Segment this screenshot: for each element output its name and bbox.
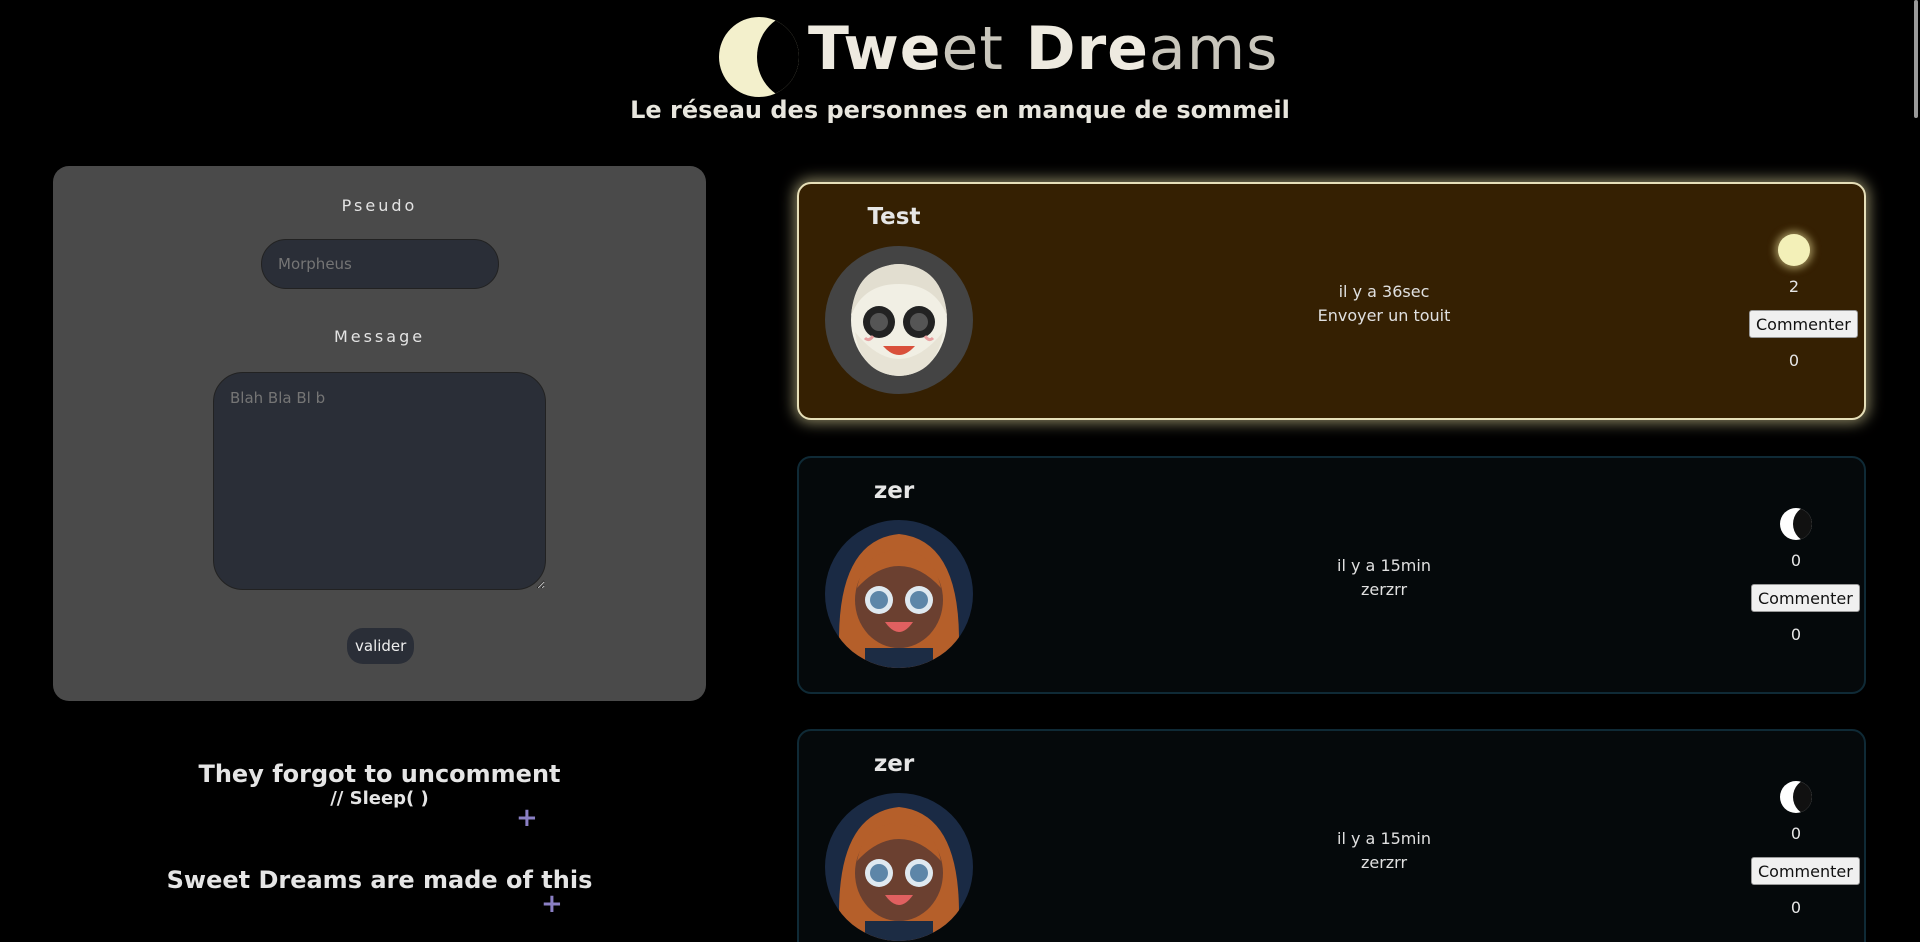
app-title: Tweet Dreams: [808, 14, 1279, 84]
submit-button[interactable]: valider: [347, 628, 415, 664]
comment-count: 0: [1790, 625, 1802, 644]
comment-count: 0: [1788, 351, 1800, 370]
tweet-form: Pseudo Message valider: [53, 166, 706, 701]
like-count: 0: [1790, 551, 1802, 570]
full-moon-icon[interactable]: [1778, 234, 1810, 266]
comment-button[interactable]: Commenter: [1749, 310, 1858, 338]
comment-button[interactable]: Commenter: [1751, 857, 1860, 885]
app-subtitle: Le réseau des personnes en manque de som…: [630, 96, 1290, 124]
page-header: Tweet Dreams Le réseau des personnes en …: [0, 0, 1920, 140]
sidebar-item-code: // Sleep( ): [330, 788, 429, 809]
scrollbar[interactable]: [1914, 0, 1918, 118]
avatar: [825, 793, 973, 941]
message-label: Message: [333, 327, 426, 346]
tweet-message: Envoyer un touit: [1317, 306, 1451, 325]
tweet-meta: il y a 15min zerzrr: [1199, 554, 1569, 602]
tweet-meta: il y a 36sec Envoyer un touit: [1199, 280, 1569, 328]
tweet-time: il y a 15min: [1337, 829, 1431, 848]
tweet-time: il y a 15min: [1337, 556, 1431, 575]
like-count: 2: [1788, 277, 1800, 296]
message-input[interactable]: [213, 372, 546, 590]
tweet-message: zerzrr: [1360, 853, 1408, 872]
tweet-card: zer il y a 15min zerzrr 0 Commenter 0: [797, 729, 1866, 942]
tweet-username: zer: [873, 478, 915, 504]
tweet-card: Test il y a 36sec Envoyer un touit 2 Com…: [797, 182, 1866, 420]
pseudo-label: Pseudo: [341, 196, 418, 215]
comment-count: 0: [1790, 898, 1802, 917]
crescent-moon-icon[interactable]: [1780, 508, 1812, 540]
tweet-username: zer: [873, 751, 915, 777]
avatar: [825, 246, 973, 394]
pseudo-input[interactable]: [261, 239, 499, 289]
crescent-moon-icon: [719, 17, 799, 97]
tweet-message: zerzrr: [1360, 580, 1408, 599]
tweet-username: Test: [867, 204, 921, 230]
plus-icon[interactable]: +: [516, 803, 538, 833]
like-count: 0: [1790, 824, 1802, 843]
sidebar-item-title: They forgot to uncomment: [198, 760, 561, 788]
avatar: [825, 520, 973, 668]
tweet-card: zer il y a 15min zerzrr 0 Commenter 0: [797, 456, 1866, 694]
tweet-meta: il y a 15min zerzrr: [1199, 827, 1569, 875]
comment-button[interactable]: Commenter: [1751, 584, 1860, 612]
sidebar-item-title: Sweet Dreams are made of this: [166, 866, 593, 894]
tweet-time: il y a 36sec: [1338, 282, 1430, 301]
crescent-moon-icon[interactable]: [1780, 781, 1812, 813]
plus-icon[interactable]: +: [541, 889, 563, 919]
